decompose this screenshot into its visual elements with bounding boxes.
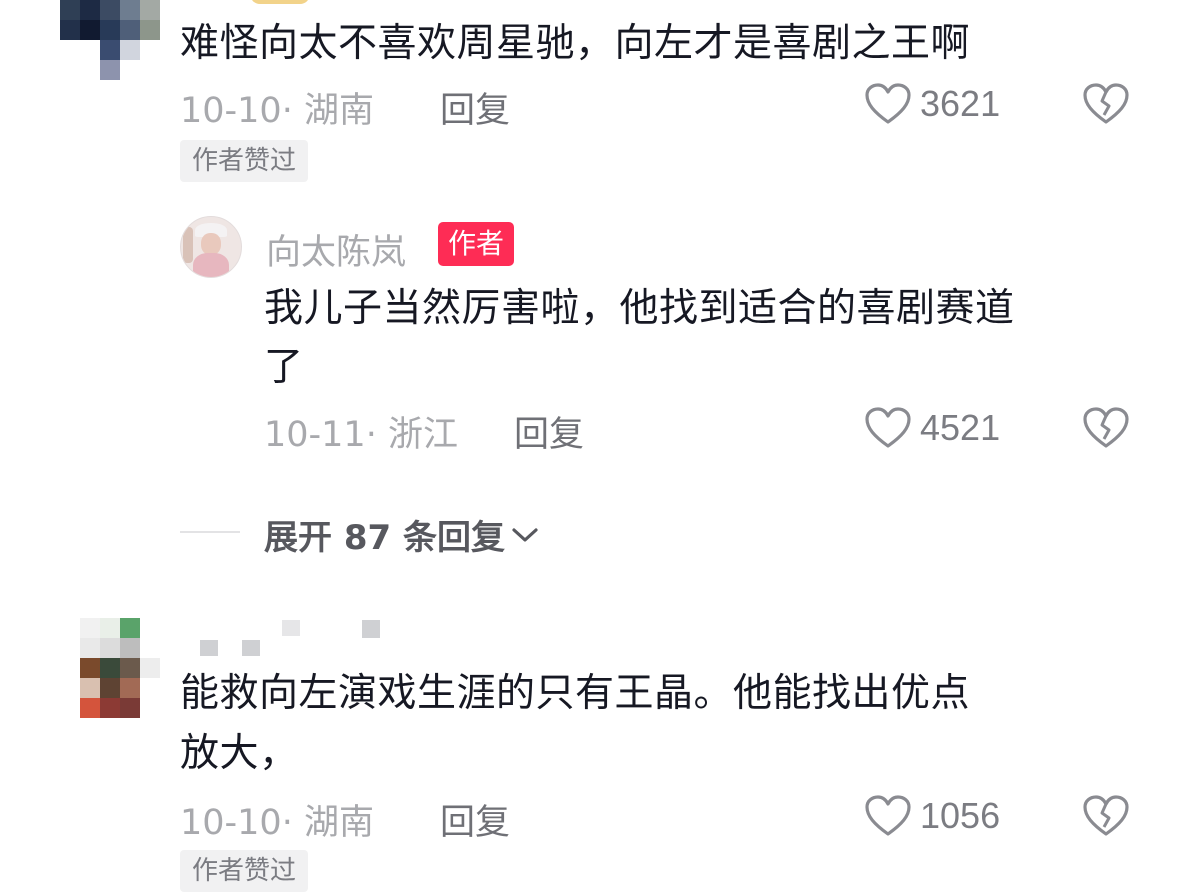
reply-author-name[interactable]: 向太陈岚	[266, 224, 406, 275]
expand-replies-button[interactable]: 展开 87 条回复	[264, 510, 539, 559]
avatar-overlap-badge	[250, 0, 310, 4]
broken-heart-icon[interactable]	[1082, 82, 1130, 126]
avatar[interactable]	[60, 618, 160, 718]
comment-date-location: 10-10· 湖南	[180, 803, 374, 843]
reply-like-button[interactable]: 4521	[864, 406, 1000, 450]
heart-outline-icon	[865, 83, 911, 124]
reply-text-line-2: 了	[264, 345, 304, 390]
reply-text-line-1: 我儿子当然厉害啦，他找到适合的喜剧赛道	[264, 286, 1015, 331]
author-liked-badge: 作者赞过	[180, 140, 309, 182]
comment-date-location: 10-10· 湖南	[180, 91, 374, 131]
reply-button[interactable]: 回复	[440, 82, 510, 133]
like-button[interactable]: 1056	[864, 794, 1000, 838]
avatar[interactable]	[60, 0, 160, 80]
comment-text: 难怪向太不喜欢周星驰，向左才是喜剧之王啊	[180, 21, 971, 66]
reply-date-location: 10-11· 浙江	[264, 415, 458, 455]
broken-heart-icon[interactable]	[1082, 794, 1130, 838]
comment-text-line-1: 能救向左演戏生涯的只有王晶。他能找出优点	[180, 671, 971, 716]
reply-like-count: 4521	[920, 407, 1001, 448]
reply-reply-button[interactable]: 回复	[514, 406, 584, 457]
reply-avatar[interactable]	[180, 216, 242, 278]
expand-divider	[180, 531, 240, 533]
reply-button[interactable]: 回复	[440, 794, 510, 845]
heart-outline-icon	[865, 795, 911, 836]
like-count: 1056	[920, 795, 1001, 836]
chevron-down-icon	[512, 527, 538, 542]
comment-text-line-2: 放大，	[180, 731, 299, 776]
author-liked-badge: 作者赞过	[180, 850, 309, 892]
author-tag: 作者	[438, 222, 515, 266]
like-count: 3621	[920, 83, 1001, 124]
heart-outline-icon	[865, 407, 911, 448]
like-button[interactable]: 3621	[864, 82, 1000, 126]
broken-heart-icon[interactable]	[1082, 406, 1130, 450]
expand-replies-label: 展开 87 条回复	[264, 518, 505, 558]
